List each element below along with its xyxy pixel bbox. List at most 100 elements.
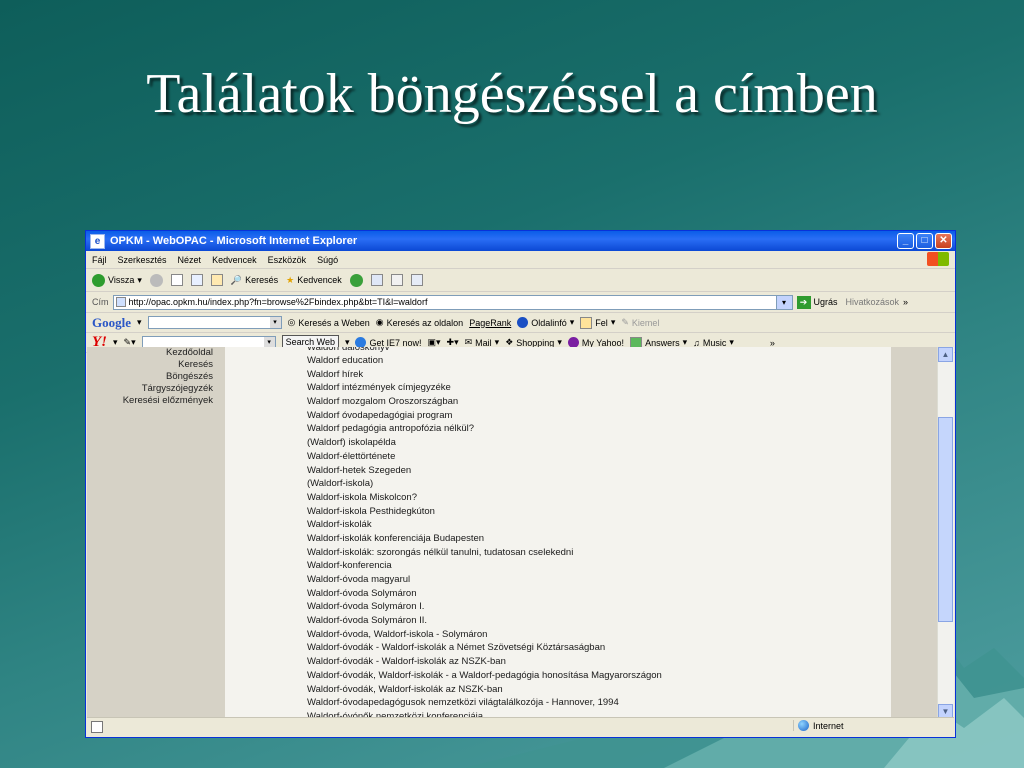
menu-favorites[interactable]: Kedvencek xyxy=(212,255,257,265)
search-site-label: Keresés az oldalon xyxy=(386,317,464,328)
pagerank-indicator[interactable]: PageRank xyxy=(469,318,511,328)
menu-view[interactable]: Nézet xyxy=(178,255,202,265)
result-item[interactable]: Waldorf-iskola Miskolcon? xyxy=(307,491,891,505)
close-button[interactable]: ✕ xyxy=(935,233,952,249)
result-item[interactable]: Waldorf-óvoda, Waldorf-iskola - Solymáro… xyxy=(307,628,891,642)
up-button[interactable]: Fel ▾ xyxy=(580,316,615,329)
nav-search-history-link[interactable]: Keresési előzmények xyxy=(87,395,225,407)
status-bar: Internet xyxy=(87,717,954,736)
result-item[interactable]: Waldorf daloskönyv xyxy=(307,347,891,354)
nav-search-link[interactable]: Keresés xyxy=(87,359,225,371)
result-item[interactable]: Waldorf pedagógia antropofózia nélkül? xyxy=(307,422,891,436)
address-bar: Cím http://opac.opkm.hu/index.php?fn=bro… xyxy=(86,292,955,313)
address-dropdown-icon[interactable]: ▾ xyxy=(775,295,792,309)
result-item[interactable]: Waldorf-óvodák - Waldorf-iskolák az NSZK… xyxy=(307,655,891,669)
yahoo-more-icon[interactable]: » xyxy=(770,338,775,348)
result-item[interactable]: Waldorf-óvodák, Waldorf-iskolák - a Wald… xyxy=(307,669,891,683)
get-ie7-label: Get IE7 now! xyxy=(369,337,422,348)
result-item[interactable]: (Waldorf) iskolapélda xyxy=(307,436,891,450)
shopping-label: Shopping xyxy=(516,337,555,348)
mail-label: Mail xyxy=(475,337,492,348)
home-icon[interactable] xyxy=(210,274,223,286)
go-button[interactable]: ➔ Ugrás xyxy=(796,295,838,309)
stop-icon[interactable] xyxy=(170,274,183,286)
google-menu-icon[interactable]: ▾ xyxy=(137,317,142,328)
result-item[interactable]: Waldorf-iskolák xyxy=(307,518,891,532)
search-label: Keresés xyxy=(245,275,279,285)
windows-logo-icon xyxy=(927,252,949,266)
google-logo-text: Google xyxy=(92,314,131,330)
answers-label: Answers xyxy=(645,337,680,348)
up-label: Fel xyxy=(595,317,608,328)
page-info-button[interactable]: Oldalinfó ▾ xyxy=(517,317,574,328)
links-label[interactable]: Hivatkozások xyxy=(846,297,900,307)
search-site-button[interactable]: ◉ Keresés az oldalon xyxy=(376,317,463,328)
my-yahoo-label: My Yahoo! xyxy=(581,337,625,348)
window-titlebar[interactable]: e OPKM - WebOPAC - Microsoft Internet Ex… xyxy=(86,231,955,251)
browser-window: e OPKM - WebOPAC - Microsoft Internet Ex… xyxy=(85,230,956,738)
back-dropdown-icon[interactable]: ▾ xyxy=(137,275,142,286)
menu-file[interactable]: Fájl xyxy=(92,255,107,265)
highlight-button[interactable]: ✎ Kiemel xyxy=(621,317,659,328)
result-item[interactable]: Waldorf-iskolák konferenciája Budapesten xyxy=(307,532,891,546)
result-item[interactable]: Waldorf hírek xyxy=(307,368,891,382)
result-item[interactable]: Waldorf-hetek Szegeden xyxy=(307,464,891,478)
result-item[interactable]: Waldorf-óvodák - Waldorf-iskolák a Német… xyxy=(307,641,891,655)
google-search-input[interactable]: ▾ xyxy=(147,316,282,329)
result-item[interactable]: Waldorf-iskola Pesthidegkúton xyxy=(307,505,891,519)
scroll-thumb[interactable] xyxy=(938,417,953,622)
result-item[interactable]: Waldorf-óvoda Solymáron II. xyxy=(307,614,891,628)
result-item[interactable]: Waldorf-óvoda Solymáron I. xyxy=(307,600,891,614)
edit-word-icon[interactable] xyxy=(410,274,423,286)
scroll-up-icon[interactable]: ▲ xyxy=(938,347,953,362)
result-item[interactable]: Waldorf-óvoda Solymáron xyxy=(307,587,891,601)
result-item[interactable]: Waldorf intézmények címjegyzéke xyxy=(307,381,891,395)
back-arrow-icon xyxy=(92,273,105,287)
refresh-icon[interactable] xyxy=(190,274,203,286)
search-web-label: Keresés a Weben xyxy=(298,317,370,328)
google-logo[interactable]: Google xyxy=(92,315,131,331)
nav-browse-link[interactable]: Böngészés xyxy=(87,371,225,383)
minimize-button[interactable]: _ xyxy=(897,233,914,249)
nav-subject-index-link[interactable]: Tárgyszójegyzék xyxy=(87,383,225,395)
search-web-button[interactable]: ◎ Keresés a Weben xyxy=(288,317,370,328)
result-item[interactable]: Waldorf-óvodapedagógusok nemzetközi vilá… xyxy=(307,696,891,710)
result-item[interactable]: (Waldorf-iskola) xyxy=(307,477,891,491)
menu-tools[interactable]: Eszközök xyxy=(268,255,307,265)
music-icon: ♫ xyxy=(693,337,700,348)
google-input-dropdown-icon[interactable]: ▾ xyxy=(269,317,281,328)
address-input[interactable]: http://opac.opkm.hu/index.php?fn=browse%… xyxy=(112,294,793,310)
menu-edit[interactable]: Szerkesztés xyxy=(118,255,167,265)
result-item[interactable]: Waldorf education xyxy=(307,354,891,368)
menu-help[interactable]: Súgó xyxy=(317,255,338,265)
links-more-icon[interactable]: » xyxy=(903,297,908,307)
nav-home-link[interactable]: Kezdőoldal xyxy=(87,347,225,359)
back-button[interactable]: Vissza ▾ xyxy=(92,273,142,287)
highlighter-icon: ✎ xyxy=(621,317,629,327)
maximize-button[interactable]: □ xyxy=(916,233,933,249)
history-icon[interactable] xyxy=(349,273,363,287)
page-info-dropdown-icon: ▾ xyxy=(569,317,575,327)
favorites-button[interactable]: ★ Kedvencek xyxy=(286,275,342,286)
go-arrow-icon: ➔ xyxy=(796,295,811,309)
result-item[interactable]: Waldorf-óvodák, Waldorf-iskolák az NSZK-… xyxy=(307,683,891,697)
result-item[interactable]: Waldorf-óvoda magyarul xyxy=(307,573,891,587)
forward-button[interactable] xyxy=(149,273,163,287)
vertical-scrollbar[interactable]: ▲ ▼ xyxy=(937,347,954,719)
highlight-label: Kiemel xyxy=(631,317,660,328)
print-icon[interactable] xyxy=(390,274,403,286)
page-icon xyxy=(115,297,126,307)
star-icon: ★ xyxy=(286,274,295,285)
menu-bar: Fájl Szerkesztés Nézet Kedvencek Eszközö… xyxy=(86,251,955,269)
result-item[interactable]: Waldorf-konferencia xyxy=(307,559,891,573)
result-item[interactable]: Waldorf-élettörténete xyxy=(307,450,891,464)
ie-logo-icon: e xyxy=(90,233,105,249)
result-item[interactable]: Waldorf mozgalom Oroszországban xyxy=(307,395,891,409)
page-status-icon xyxy=(91,721,103,733)
binoculars-icon: ◎ xyxy=(287,317,296,327)
mail-icon[interactable] xyxy=(370,274,383,286)
result-item[interactable]: Waldorf óvodapedagógiai program xyxy=(307,409,891,423)
search-button[interactable]: 🔎 Keresés xyxy=(231,275,278,286)
zone-label: Internet xyxy=(813,720,844,731)
result-item[interactable]: Waldorf-iskolák: szorongás nélkül tanuln… xyxy=(307,546,891,560)
